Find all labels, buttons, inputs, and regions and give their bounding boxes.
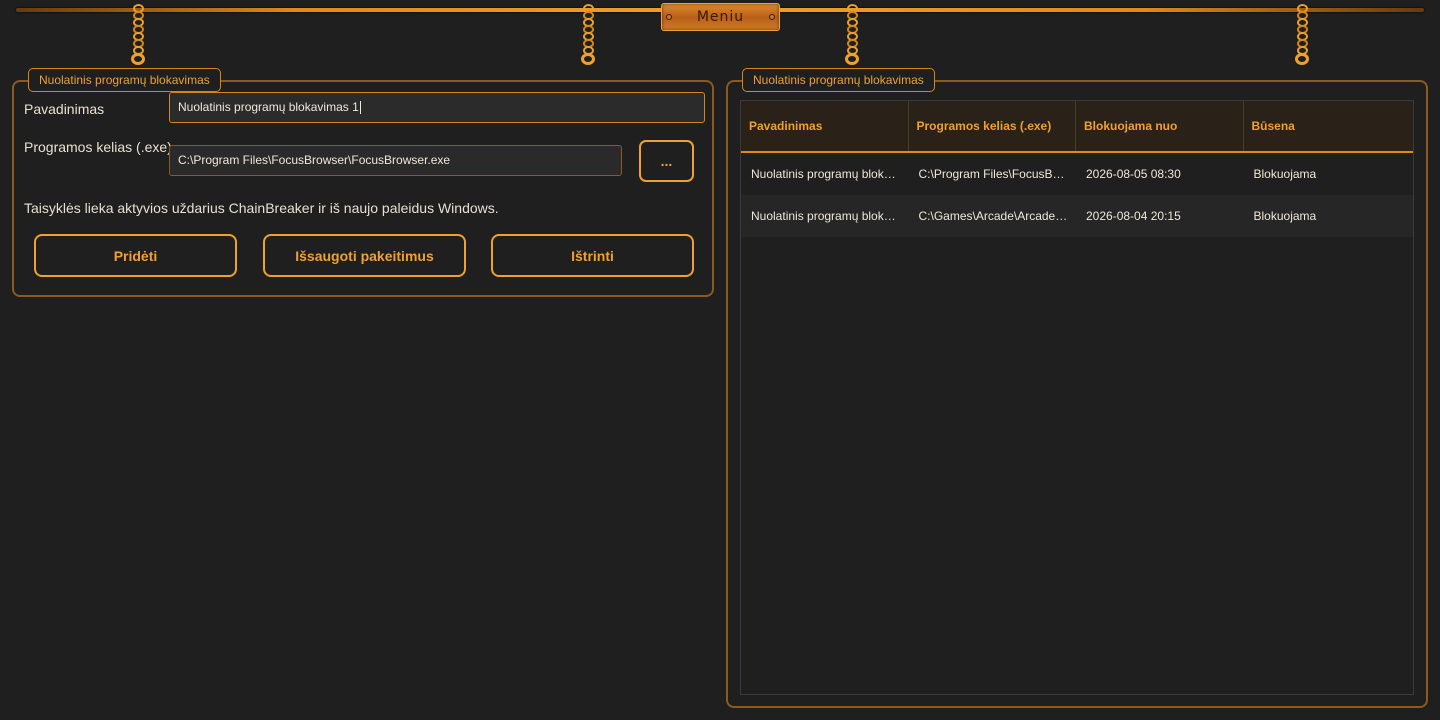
name-input-value: Nuolatinis programų blokavimas 1 xyxy=(178,100,359,114)
name-input[interactable]: Nuolatinis programų blokavimas 1 xyxy=(169,92,705,123)
rules-list-panel: Nuolatinis programų blokavimas Pavadinim… xyxy=(726,68,1428,708)
add-button[interactable]: Pridėti xyxy=(34,234,237,277)
column-header-blocked-since[interactable]: Blokuojama nuo xyxy=(1076,101,1244,151)
panel-title: Nuolatinis programų blokavimas xyxy=(28,68,221,92)
save-changes-button[interactable]: Išsaugoti pakeitimus xyxy=(263,234,466,277)
menu-button[interactable]: Meniu xyxy=(661,3,780,31)
cell-status: Blokuojama xyxy=(1253,167,1317,181)
cell-status: Blokuojama xyxy=(1253,209,1317,223)
column-header-status[interactable]: Būsena xyxy=(1244,101,1414,151)
rules-table: Pavadinimas Programos kelias (.exe) Blok… xyxy=(740,100,1414,695)
cell-path: C:\Program Files\FocusBrowser\FocusBrows… xyxy=(918,167,1077,181)
browse-button[interactable]: ... xyxy=(639,140,694,182)
path-input-value: C:\Program Files\FocusBrowser\FocusBrows… xyxy=(178,153,451,167)
path-label: Programos kelias (.exe) xyxy=(24,139,172,155)
cell-path: C:\Games\Arcade\Arcade.exe xyxy=(918,209,1077,223)
cell-blocked-since: 2026-08-04 20:15 xyxy=(1086,209,1181,223)
cell-name: Nuolatinis programų blokavimas 2 xyxy=(751,209,909,223)
table-header: Pavadinimas Programos kelias (.exe) Blok… xyxy=(741,101,1413,153)
chain-icon xyxy=(580,4,596,65)
cell-name: Nuolatinis programų blokavimas 1 xyxy=(751,167,909,181)
rivet-icon xyxy=(666,14,672,20)
cell-blocked-since: 2026-08-05 08:30 xyxy=(1086,167,1181,181)
column-header-name[interactable]: Pavadinimas xyxy=(741,101,909,151)
table-row[interactable]: Nuolatinis programų blokavimas 2 C:\Game… xyxy=(741,195,1413,237)
chain-icon xyxy=(844,4,860,65)
table-row[interactable]: Nuolatinis programų blokavimas 1 C:\Prog… xyxy=(741,153,1413,195)
panel-title: Nuolatinis programų blokavimas xyxy=(742,68,935,92)
path-input[interactable]: C:\Program Files\FocusBrowser\FocusBrows… xyxy=(169,145,622,176)
delete-button[interactable]: Ištrinti xyxy=(491,234,694,277)
rivet-icon xyxy=(769,14,775,20)
column-header-path[interactable]: Programos kelias (.exe) xyxy=(909,101,1076,151)
menu-button-label: Meniu xyxy=(696,9,745,25)
chain-icon xyxy=(130,4,146,65)
persistence-info-text: Taisyklės lieka aktyvios uždarius ChainB… xyxy=(24,200,499,216)
chain-icon xyxy=(1294,4,1310,65)
rule-editor-panel: Nuolatinis programų blokavimas Pavadinim… xyxy=(12,68,714,297)
name-label: Pavadinimas xyxy=(24,101,105,117)
